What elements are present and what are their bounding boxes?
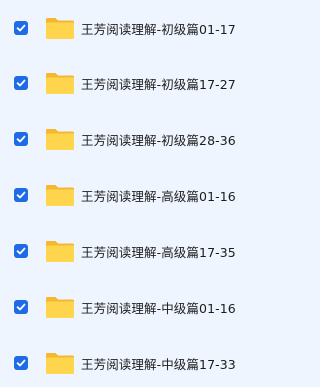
checkbox[interactable]: [14, 76, 28, 90]
checkbox[interactable]: [14, 21, 28, 35]
file-row[interactable]: 王芳阅读理解-高级篇17-35: [0, 223, 299, 279]
file-name: 王芳阅读理解-中级篇17-33: [81, 356, 236, 372]
folder-icon: [46, 73, 74, 94]
file-name: 王芳阅读理解-初级篇17-27: [81, 76, 236, 92]
checkmark-icon: [16, 191, 26, 199]
folder-icon: [46, 129, 74, 150]
file-name: 王芳阅读理解-初级篇01-17: [81, 21, 236, 37]
file-row[interactable]: 王芳阅读理解-初级篇01-17: [0, 0, 299, 56]
file-row[interactable]: 王芳阅读理解-中级篇17-33: [0, 335, 299, 387]
file-row[interactable]: 王芳阅读理解-初级篇28-36: [0, 111, 299, 167]
file-row[interactable]: 王芳阅读理解-初级篇17-27: [0, 55, 299, 111]
checkmark-icon: [16, 79, 26, 87]
folder-icon: [46, 241, 74, 262]
folder-icon: [46, 185, 74, 206]
checkbox[interactable]: [14, 244, 28, 258]
checkbox[interactable]: [14, 356, 28, 370]
checkmark-icon: [16, 359, 26, 367]
checkbox[interactable]: [14, 188, 28, 202]
file-row[interactable]: 王芳阅读理解-高级篇01-16: [0, 167, 299, 223]
file-name: 王芳阅读理解-初级篇28-36: [81, 132, 236, 148]
file-name: 王芳阅读理解-高级篇17-35: [81, 244, 236, 260]
checkmark-icon: [16, 303, 26, 311]
file-name: 王芳阅读理解-高级篇01-16: [81, 188, 236, 204]
file-name: 王芳阅读理解-中级篇01-16: [81, 300, 236, 316]
file-list: 王芳阅读理解-初级篇01-17 王芳阅读理解-初级篇17-27 王芳阅读理解-初…: [0, 0, 299, 387]
checkmark-icon: [16, 247, 26, 255]
checkbox[interactable]: [14, 300, 28, 314]
folder-icon: [46, 18, 74, 39]
checkbox[interactable]: [14, 132, 28, 146]
folder-icon: [46, 297, 74, 318]
checkmark-icon: [16, 135, 26, 143]
file-row[interactable]: 王芳阅读理解-中级篇01-16: [0, 279, 299, 335]
folder-icon: [46, 353, 74, 374]
checkmark-icon: [16, 24, 26, 32]
